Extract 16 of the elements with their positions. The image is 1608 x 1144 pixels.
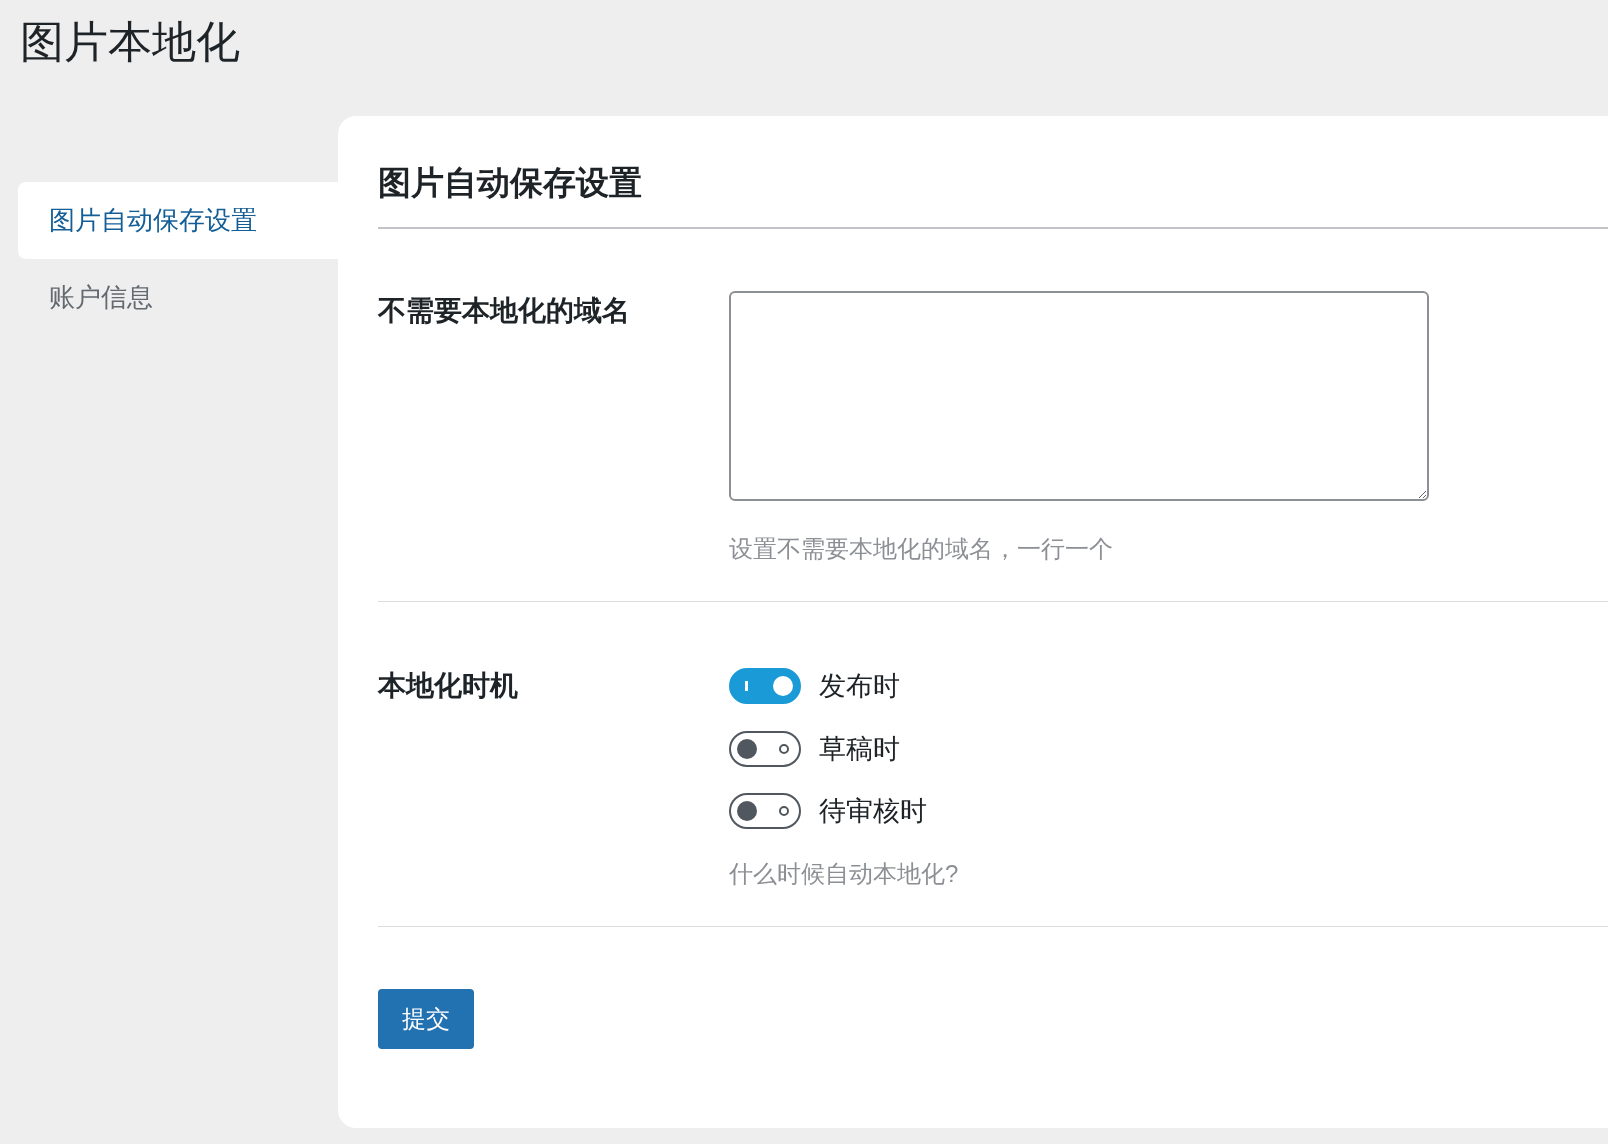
toggle-label: 草稿时 (819, 732, 900, 766)
field-label: 不需要本地化的域名 (378, 294, 631, 328)
sidebar-item[interactable]: 图片自动保存设置 (18, 182, 338, 259)
toggle-label: 发布时 (819, 670, 900, 703)
toggle-switch[interactable] (729, 793, 801, 830)
help-text: 什么时候自动本地化? (729, 858, 959, 889)
toggle-label: 待审核时 (819, 795, 927, 828)
domains-textarea[interactable] (729, 291, 1429, 501)
toggle-switch[interactable] (729, 730, 801, 767)
section-title: 图片自动保存设置 (378, 166, 1608, 229)
toggle-switch[interactable] (729, 668, 801, 705)
submit-button[interactable]: 提交 (378, 988, 474, 1049)
help-text: 设置不需要本地化的域名，一行一个 (729, 534, 1114, 564)
field-label: 本地化时机 (378, 669, 519, 703)
sidebar-item[interactable]: 账户信息 (18, 259, 338, 336)
page-title: 图片本地化 (19, 16, 241, 68)
